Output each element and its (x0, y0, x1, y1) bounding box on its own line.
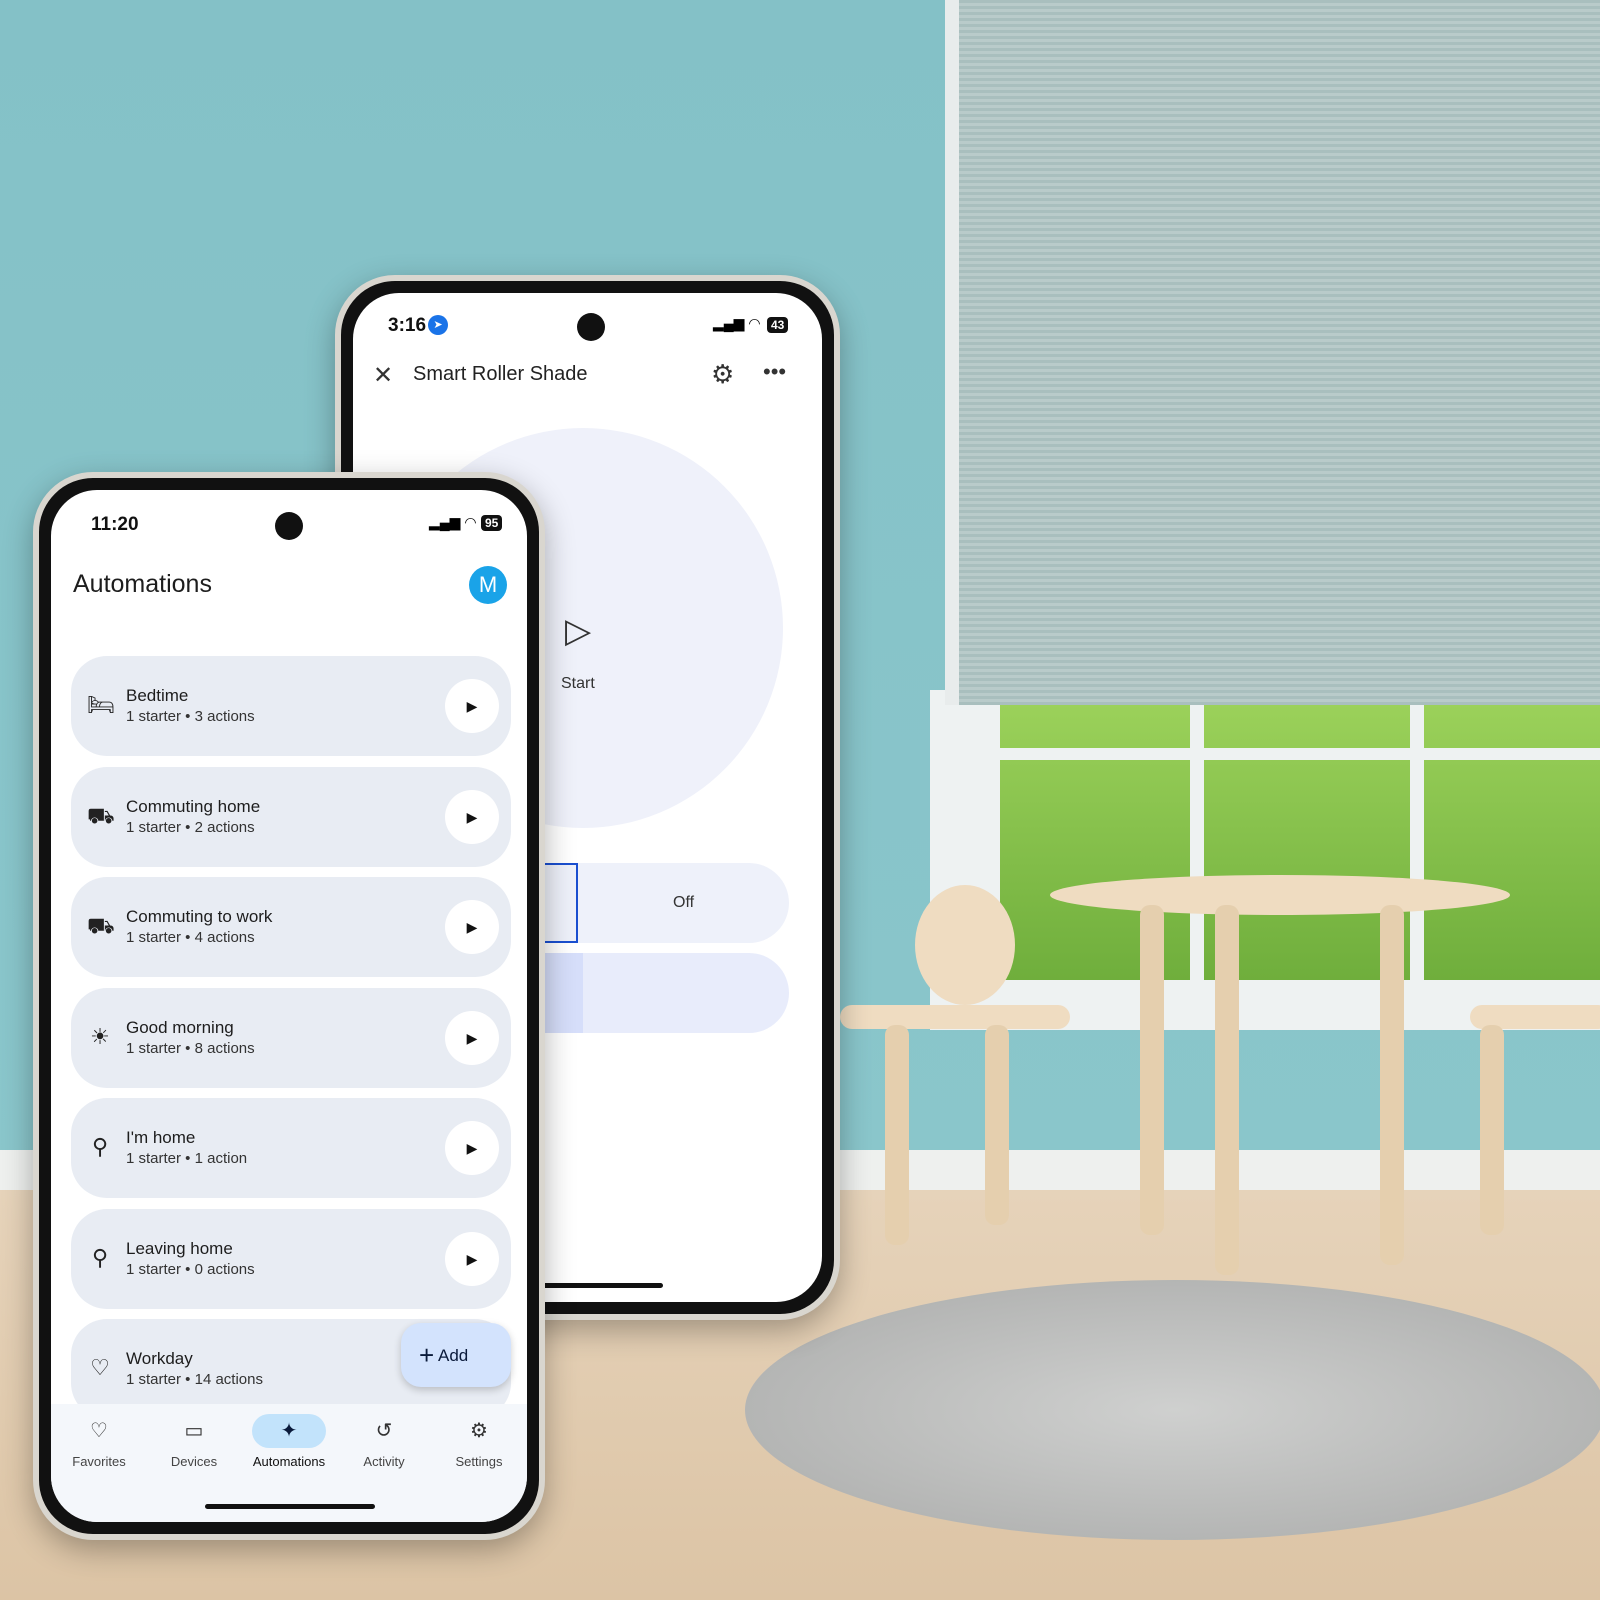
roller-shade (945, 0, 1600, 705)
start-label: Start (561, 675, 595, 692)
chair-leg (985, 1025, 1009, 1225)
nav-favorites[interactable]: ♡ Favorites (51, 1404, 147, 1469)
add-label: Add (437, 1346, 469, 1365)
nav-devices[interactable]: ▭ Devices (146, 1404, 242, 1469)
play-icon[interactable]: ▶ (445, 790, 499, 844)
app-screen: 11:20 ▂▄▆ ◠ 95 Automations M 🛏 Bedtime 1 s… (51, 490, 527, 1522)
location-pin-icon: ⚲ (91, 1245, 109, 1270)
automation-name: Leaving home (126, 1239, 233, 1258)
nav-settings[interactable]: ⚙ Settings (431, 1404, 527, 1469)
battery-indicator: 43 (767, 317, 789, 333)
location-pin-icon: ⚲ (91, 1134, 109, 1159)
front-camera (577, 313, 605, 341)
automation-detail: 1 starter • 3 actions (126, 708, 255, 725)
signal-wifi-icon: ▂▄▆ ◠ (429, 514, 477, 530)
chair-leg (1480, 1025, 1504, 1235)
automation-name: Commuting home (126, 797, 261, 816)
nav-label: Automations (252, 1454, 326, 1469)
battery-indicator: 95 (481, 515, 503, 531)
close-icon[interactable]: ✕ (373, 361, 393, 390)
automation-name: Bedtime (126, 686, 189, 705)
automation-card[interactable]: 🛏 Bedtime 1 starter • 3 actions ▶ (71, 656, 511, 756)
sparkle-icon: ✦ (252, 1414, 326, 1448)
play-icon[interactable]: ▶ (445, 1121, 499, 1175)
automation-card[interactable]: ⛟ Commuting home 1 starter • 2 actions ▶ (71, 767, 511, 867)
automation-detail: 1 starter • 4 actions (126, 929, 255, 946)
automation-card[interactable]: ⛟ Commuting to work 1 starter • 4 actions ▶ (71, 877, 511, 977)
automation-name: Workday (126, 1349, 193, 1368)
automation-detail: 1 starter • 1 action (126, 1150, 248, 1167)
automation-card[interactable]: ☀ Good morning 1 starter • 8 actions ▶ (71, 988, 511, 1088)
automation-name: I'm home (126, 1128, 196, 1147)
plus-icon: + (419, 1340, 435, 1370)
nav-label: Settings (455, 1454, 503, 1469)
chair (915, 885, 1015, 1005)
avatar[interactable]: M (469, 566, 507, 604)
heart-icon: ♡ (90, 1420, 108, 1442)
chair-seat (840, 1005, 1070, 1029)
add-button[interactable]: + Add (401, 1323, 511, 1387)
table (1050, 875, 1510, 915)
more-options-icon[interactable]: ••• (763, 359, 786, 385)
automation-card[interactable]: ⚲ Leaving home 1 starter • 0 actions ▶ (71, 1209, 511, 1309)
play-icon[interactable]: ▶ (445, 900, 499, 954)
location-icon: ➤ (428, 315, 448, 335)
automation-name: Good morning (126, 1018, 234, 1037)
nav-label: Favorites (72, 1454, 126, 1469)
rug (745, 1280, 1600, 1540)
bed-icon: 🛏 (87, 692, 115, 717)
home-indicator (205, 1504, 375, 1509)
nav-label: Devices (170, 1454, 218, 1469)
gear-icon[interactable]: ⚙ (711, 359, 734, 390)
commute-icon: ⛟ (87, 913, 115, 938)
signal-wifi-icon: ▂▄▆ ◠ (713, 315, 761, 331)
nav-activity[interactable]: ↺ Activity (336, 1404, 432, 1469)
table-leg (1140, 905, 1164, 1235)
window-mullion (1410, 700, 1424, 990)
bottom-nav: ♡ Favorites ▭ Devices ✦ Automations ↺ Activi… (51, 1404, 527, 1522)
sun-icon: ☀ (90, 1024, 110, 1049)
status-time: 11:20 (91, 514, 139, 535)
table-leg (1380, 905, 1404, 1265)
nav-label: Activity (363, 1454, 405, 1469)
status-time: 3:16 (388, 315, 427, 336)
devices-icon: ▭ (184, 1420, 204, 1442)
window-view (1000, 705, 1600, 980)
play-icon[interactable]: ▶ (445, 1011, 499, 1065)
automation-card[interactable]: ⚲ I'm home 1 starter • 1 action ▶ (71, 1098, 511, 1198)
automation-detail: 1 starter • 0 actions (126, 1261, 255, 1278)
play-icon[interactable]: ▶ (445, 1232, 499, 1286)
history-icon: ↺ (375, 1420, 393, 1442)
front-camera (275, 512, 303, 540)
window-mullion (1000, 748, 1600, 760)
automation-detail: 1 starter • 2 actions (126, 819, 255, 836)
window-mullion (1190, 700, 1204, 990)
automation-detail: 1 starter • 8 actions (126, 1040, 255, 1057)
gear-icon: ⚙ (470, 1420, 488, 1442)
nav-automations[interactable]: ✦ Automations (241, 1404, 337, 1469)
front-phone: 11:20 ▂▄▆ ◠ 95 Automations M 🛏 Bedtime 1 s… (33, 472, 545, 1540)
play-icon[interactable]: ▷ (565, 611, 591, 651)
commute-icon: ⛟ (87, 803, 115, 828)
table-leg (1215, 905, 1239, 1275)
device-title: Smart Roller Shade (413, 363, 588, 385)
chair-leg (885, 1025, 909, 1245)
mode-off-option[interactable]: Off (673, 894, 694, 912)
automation-name: Commuting to work (126, 907, 273, 926)
person-heart-icon: ♡ (90, 1355, 110, 1380)
play-icon[interactable]: ▶ (445, 679, 499, 733)
automation-detail: 1 starter • 14 actions (126, 1371, 263, 1388)
page-title: Automations (73, 570, 212, 598)
